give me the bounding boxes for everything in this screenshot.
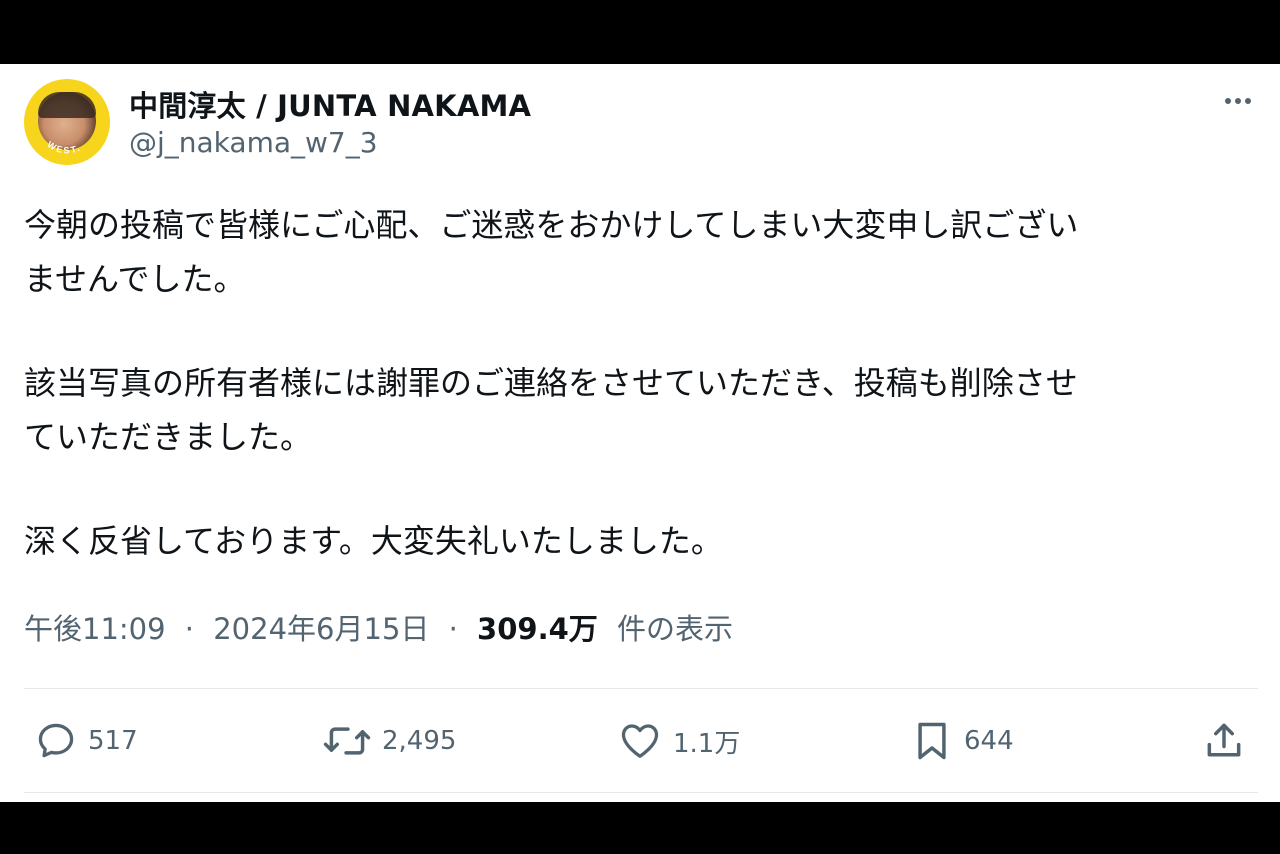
reply-count: 517 bbox=[88, 726, 138, 756]
divider bbox=[24, 792, 1258, 793]
bookmark-button[interactable]: 644 bbox=[910, 719, 1014, 763]
post-line: 深く反省しております。大変失礼いたしました。 bbox=[24, 522, 723, 560]
author-handle[interactable]: @j_nakama_w7_3 bbox=[129, 126, 378, 159]
views-label: 件の表示 bbox=[617, 612, 734, 646]
reply-icon bbox=[38, 723, 74, 758]
bookmark-icon bbox=[918, 722, 946, 760]
post-time[interactable]: 午後11:09 bbox=[24, 612, 166, 646]
heart-icon bbox=[621, 724, 659, 758]
views-count: 309.4万 bbox=[477, 612, 598, 646]
repost-icon bbox=[323, 727, 371, 755]
share-icon bbox=[1207, 723, 1241, 757]
author-display-name[interactable]: 中間淳太 / JUNTA NAKAMA bbox=[129, 83, 531, 125]
more-options-button[interactable] bbox=[1218, 88, 1258, 114]
meta-separator: · bbox=[448, 612, 458, 646]
post-line: ませんでした。 bbox=[24, 260, 246, 298]
meta-separator: · bbox=[184, 612, 195, 646]
post-date[interactable]: 2024年6月15日 bbox=[213, 612, 429, 646]
avatar-badge-logo: WEST. bbox=[46, 139, 83, 155]
repost-button[interactable]: 2,495 bbox=[322, 719, 456, 763]
post-meta: 午後11:09 · 2024年6月15日 · 309.4万 件の表示 bbox=[24, 606, 733, 648]
more-horizontal-icon bbox=[1225, 98, 1231, 104]
svg-text:WEST.: WEST. bbox=[46, 139, 83, 155]
post-text: 今朝の投稿で皆様にご心配、ご迷惑をおかけしてしまい大変申し訳ござい ませんでした… bbox=[24, 198, 1260, 568]
post-line: 該当写真の所有者様には謝罪のご連絡をさせていただき、投稿も削除させ bbox=[24, 364, 1078, 402]
post-line: ていただきました。 bbox=[24, 418, 313, 456]
like-button[interactable]: 1.1万 bbox=[617, 719, 740, 763]
post-line: 今朝の投稿で皆様にご心配、ご迷惑をおかけしてしまい大変申し訳ござい bbox=[24, 206, 1079, 244]
top-letterbox-bar bbox=[0, 0, 1280, 64]
divider bbox=[24, 688, 1258, 689]
like-count: 1.1万 bbox=[673, 728, 741, 759]
avatar[interactable]: WEST. bbox=[24, 79, 110, 165]
bottom-letterbox-bar bbox=[0, 802, 1280, 854]
tweet-card: WEST. 中間淳太 / JUNTA NAKAMA @j_nakama_w7_3… bbox=[0, 64, 1280, 802]
share-button[interactable] bbox=[1202, 719, 1246, 763]
bookmark-count: 644 bbox=[964, 726, 1014, 756]
repost-count: 2,495 bbox=[382, 726, 457, 756]
reply-button[interactable]: 517 bbox=[34, 719, 138, 763]
